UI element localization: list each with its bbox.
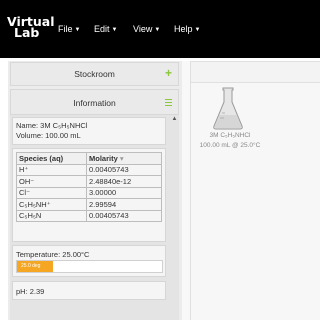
menu-edit-label: Edit <box>94 24 110 34</box>
caret-down-icon: ▼ <box>194 27 201 33</box>
flask-detail: 100.00 mL @ 25.0°C <box>199 142 261 149</box>
table-row: H⁺ 0.00405743 <box>16 163 162 176</box>
caret-down-icon: ▼ <box>74 27 81 33</box>
species-cell: C₅H₅NH⁺ <box>16 198 87 211</box>
erlenmeyer-flask-icon[interactable] <box>212 86 244 130</box>
menu-help-label: Help <box>174 24 193 34</box>
molarity-cell: 3.00000 <box>86 186 162 199</box>
table-row: C₅H₅NH⁺ 2.99594 <box>16 198 162 211</box>
temperature-slider-text: 25.0 deg <box>21 263 41 269</box>
species-cell: OH⁻ <box>16 175 87 188</box>
header-molarity[interactable]: Molarity ▾ <box>86 152 162 165</box>
species-cell: Cl⁻ <box>16 186 87 199</box>
species-cell: H⁺ <box>16 163 87 176</box>
table-row: OH⁻ 2.48840e-12 <box>16 175 162 188</box>
scroll-up-icon[interactable]: ▲ <box>171 115 178 123</box>
menu-view-label: View <box>133 24 153 34</box>
temperature-card: Temperature: 25.00°C 25.0 deg <box>12 245 166 277</box>
brand-logo[interactable]: Virtual Lab <box>7 15 55 39</box>
menu-edit[interactable]: Edit ▼ <box>94 24 117 34</box>
stockroom-title: Stockroom <box>74 69 115 79</box>
workbench[interactable] <box>190 83 320 320</box>
species-table: Species (aq) Molarity ▾ H⁺ 0.00405743 OH… <box>16 152 162 222</box>
molarity-cell: 0.00405743 <box>86 209 162 222</box>
table-header-row: Species (aq) Molarity ▾ <box>16 152 162 165</box>
menu-file-label: File <box>58 24 73 34</box>
menu-help[interactable]: Help ▼ <box>174 24 200 34</box>
temperature-slider[interactable]: 25.0 deg <box>16 260 163 273</box>
stockroom-header[interactable]: Stockroom + <box>10 62 179 86</box>
information-header[interactable]: Information <box>10 89 179 115</box>
plus-icon[interactable]: + <box>165 66 172 80</box>
sort-icon[interactable]: ▾ <box>120 154 124 163</box>
ph-value: pH: 2.39 <box>16 287 45 296</box>
flask-name: 3M C₅H₅NHCl <box>209 132 251 139</box>
temperature-label: Temperature: 25.00°C <box>16 250 90 259</box>
header-species[interactable]: Species (aq) <box>16 152 87 165</box>
species-card: Species (aq) Molarity ▾ H⁺ 0.00405743 OH… <box>12 148 166 242</box>
solution-volume: Volume: 100.00 mL <box>16 131 81 140</box>
table-row: Cl⁻ 3.00000 <box>16 186 162 199</box>
temperature-slider-fill[interactable]: 25.0 deg <box>17 261 53 272</box>
ph-card: pH: 2.39 <box>12 281 166 300</box>
caret-down-icon: ▼ <box>154 27 161 33</box>
menu-file[interactable]: File ▼ <box>58 24 80 34</box>
solution-card: Name: 3M C₅H₅NHCl Volume: 100.00 mL <box>12 117 166 145</box>
hamburger-icon[interactable] <box>165 99 172 107</box>
molarity-cell: 2.99594 <box>86 198 162 211</box>
menu-view[interactable]: View ▼ <box>133 24 160 34</box>
workbench-header <box>190 61 320 83</box>
molarity-cell: 0.00405743 <box>86 163 162 176</box>
solution-name: Name: 3M C₅H₅NHCl <box>16 121 88 130</box>
caret-down-icon: ▼ <box>111 27 118 33</box>
species-cell: C₅H₅N <box>16 209 87 222</box>
table-row: C₅H₅N 0.00405743 <box>16 209 162 222</box>
information-title: Information <box>73 98 116 108</box>
top-navbar: Virtual Lab File ▼ Edit ▼ View ▼ Help ▼ <box>0 0 320 58</box>
splitter[interactable] <box>182 61 190 320</box>
molarity-cell: 2.48840e-12 <box>86 175 162 188</box>
